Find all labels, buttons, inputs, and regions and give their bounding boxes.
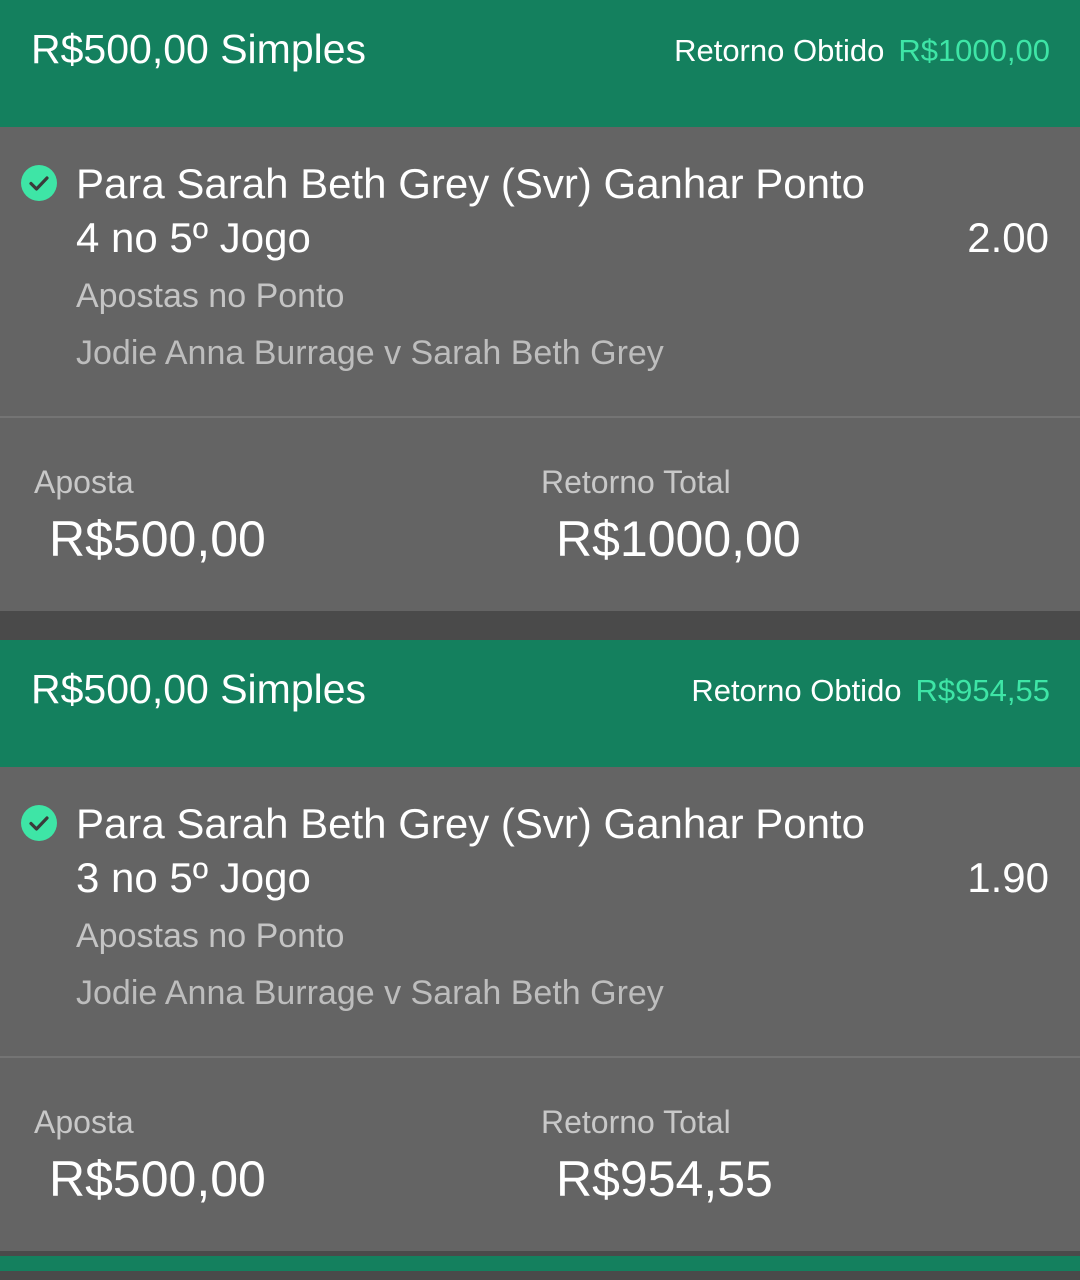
event-name: Jodie Anna Burrage v Sarah Beth Grey bbox=[76, 974, 664, 1012]
return-obtained-value: R$954,55 bbox=[915, 673, 1050, 708]
market-name: Apostas no Ponto bbox=[76, 917, 345, 955]
next-bet-header-edge bbox=[0, 1256, 1080, 1271]
selection-name-line2: 4 no 5º Jogo bbox=[76, 214, 311, 261]
bet-summary: Aposta R$500,00 Retorno Total R$954,55 bbox=[0, 1058, 1080, 1251]
selection-name-line2: 3 no 5º Jogo bbox=[76, 854, 311, 901]
selection-name-line1: Para Sarah Beth Grey (Svr) Ganhar Ponto bbox=[76, 160, 866, 207]
selection-odds: 1.90 bbox=[967, 854, 1049, 901]
total-return-value: R$1000,00 bbox=[556, 511, 801, 567]
check-circle-icon bbox=[21, 165, 57, 201]
selection-odds: 2.00 bbox=[967, 214, 1049, 261]
market-name: Apostas no Ponto bbox=[76, 277, 345, 315]
stake-value: R$500,00 bbox=[49, 511, 266, 567]
total-return-label: Retorno Total bbox=[541, 464, 731, 500]
selection-name: Para Sarah Beth Grey (Svr) Ganhar Ponto … bbox=[76, 797, 906, 905]
selection-name-line1: Para Sarah Beth Grey (Svr) Ganhar Ponto bbox=[76, 800, 866, 847]
total-return-value: R$954,55 bbox=[556, 1151, 773, 1207]
total-return-label: Retorno Total bbox=[541, 1104, 731, 1140]
return-obtained: Retorno Obtido R$1000,00 bbox=[674, 33, 1050, 69]
selection-row: Para Sarah Beth Grey (Svr) Ganhar Ponto … bbox=[0, 127, 1080, 416]
bet-header[interactable]: R$500,00 Simples Retorno Obtido R$1000,00 bbox=[0, 0, 1080, 127]
selection-name: Para Sarah Beth Grey (Svr) Ganhar Ponto … bbox=[76, 157, 906, 265]
bet-title: R$500,00 Simples bbox=[31, 26, 367, 72]
bet-summary: Aposta R$500,00 Retorno Total R$1000,00 bbox=[0, 418, 1080, 611]
return-obtained-value: R$1000,00 bbox=[898, 33, 1050, 68]
return-obtained-label: Retorno Obtido bbox=[674, 33, 885, 68]
event-name: Jodie Anna Burrage v Sarah Beth Grey bbox=[76, 334, 664, 372]
stake-value: R$500,00 bbox=[49, 1151, 266, 1207]
return-obtained: Retorno Obtido R$954,55 bbox=[691, 673, 1050, 709]
check-circle-icon bbox=[21, 805, 57, 841]
stake-label: Aposta bbox=[34, 1104, 134, 1140]
bet-header[interactable]: R$500,00 Simples Retorno Obtido R$954,55 bbox=[0, 640, 1080, 767]
stake-label: Aposta bbox=[34, 464, 134, 500]
bet-title: R$500,00 Simples bbox=[31, 666, 367, 712]
return-obtained-label: Retorno Obtido bbox=[691, 673, 902, 708]
bet-card: R$500,00 Simples Retorno Obtido R$1000,00… bbox=[0, 0, 1080, 640]
bet-card: R$500,00 Simples Retorno Obtido R$954,55 … bbox=[0, 640, 1080, 1280]
selection-row: Para Sarah Beth Grey (Svr) Ganhar Ponto … bbox=[0, 767, 1080, 1056]
